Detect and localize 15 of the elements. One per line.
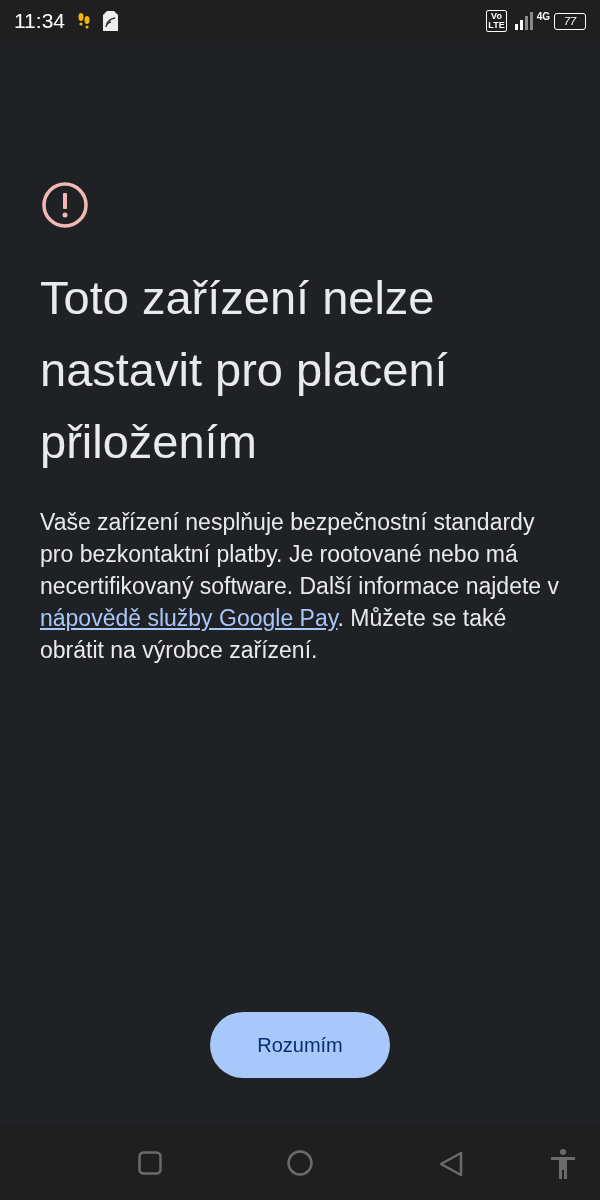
home-icon[interactable] [287, 1150, 313, 1176]
footprints-icon [77, 12, 91, 30]
description: Vaše zařízení nesplňuje bezpečnostní standardy pro bezkontaktní platby. Je rootované nebo má necertifikovaný software. Další informace najdete v nápovědě služby Google Pay. Můžete se také obrátit na výrobce zařízení. [40, 508, 560, 665]
recents-icon[interactable] [138, 1151, 162, 1175]
status-time: 11:34 [14, 8, 65, 35]
nfc-tag-icon [103, 11, 118, 31]
volte-badge: Vo LTE [486, 10, 507, 32]
accessibility-icon[interactable] [550, 1149, 576, 1179]
alert-icon [40, 180, 90, 230]
heading: Toto zařízení nelze nastavit pro placení přiložením [40, 270, 449, 470]
back-icon[interactable] [439, 1151, 463, 1177]
got-it-button[interactable]: Rozumím [210, 1012, 390, 1078]
help-link[interactable]: nápovědě služby Google Pay [40, 605, 338, 631]
network-type: 4G [536, 12, 550, 22]
battery-indicator: 77 [554, 12, 586, 30]
